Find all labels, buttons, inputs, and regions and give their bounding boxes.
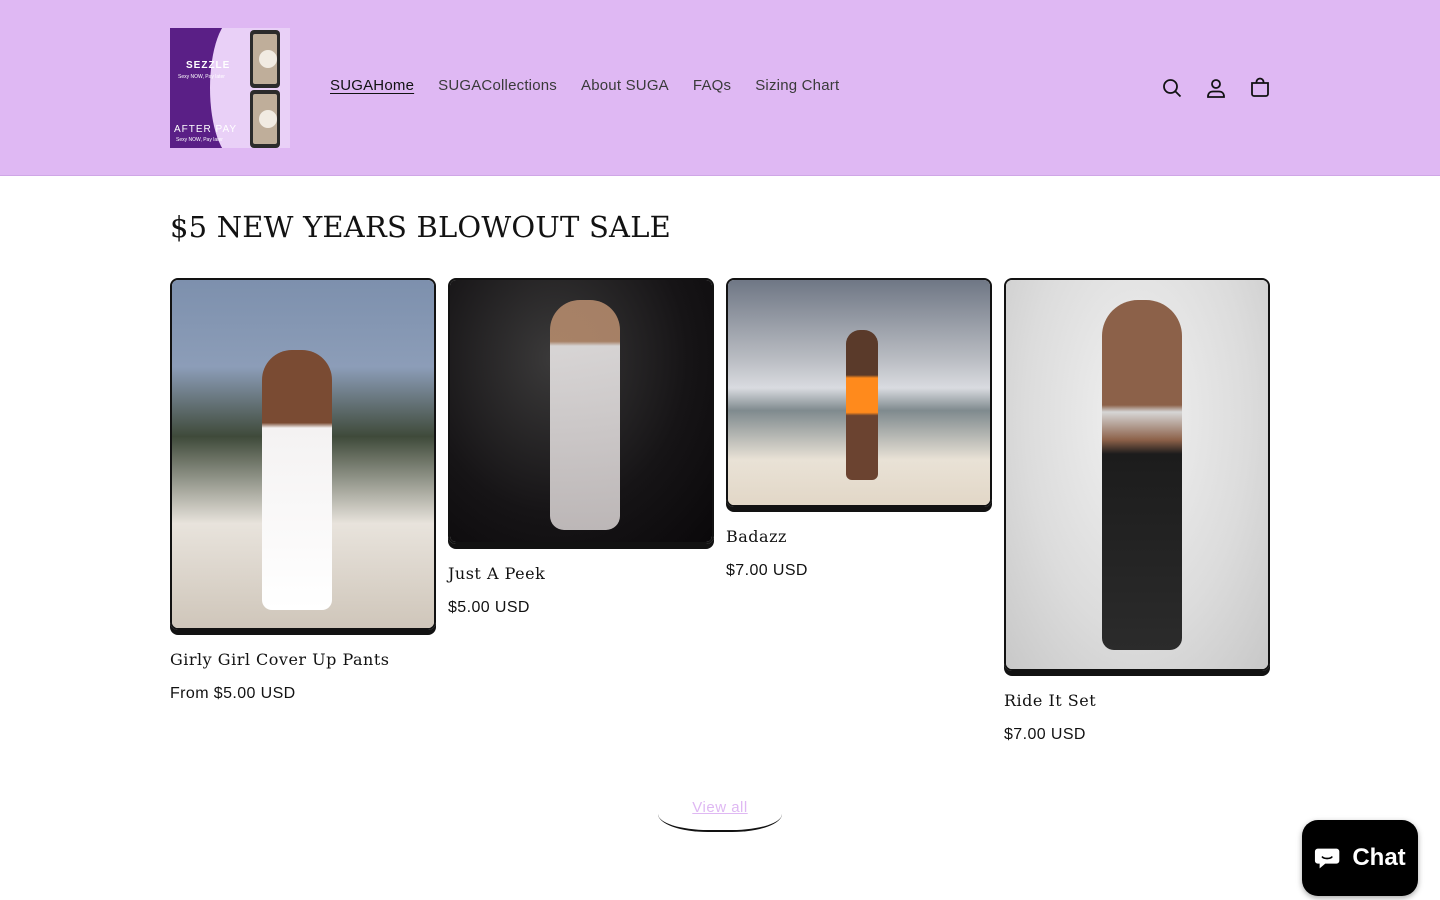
nav-item-sugahome[interactable]: SUGAHome	[330, 77, 414, 95]
product-price: $7.00 USD	[726, 562, 808, 579]
logo-phone-image	[250, 90, 280, 148]
product-image-frame[interactable]	[726, 278, 992, 507]
logo-sezzle-text: SEZZLE	[186, 60, 231, 71]
nav-item-faqs[interactable]: FAQs	[693, 77, 731, 95]
product-price: $7.00 USD	[1004, 726, 1086, 743]
logo-afterpay-text: AFTER PAY	[174, 124, 238, 135]
nav-item-about-suga[interactable]: About SUGA	[581, 77, 669, 95]
account-icon[interactable]	[1204, 76, 1228, 100]
product-image-frame[interactable]	[448, 278, 714, 544]
product-title[interactable]: Just A Peek	[448, 564, 714, 583]
chat-label: Chat	[1352, 844, 1406, 871]
chat-bubble-icon	[1315, 848, 1340, 869]
main-nav: SUGAHome SUGACollections About SUGA FAQs…	[330, 77, 863, 95]
product-title[interactable]: Girly Girl Cover Up Pants	[170, 650, 436, 669]
view-all-button[interactable]: View all	[658, 784, 782, 832]
site-header: SEZZLE Sexy NOW, Pay later AFTER PAY Sex…	[0, 0, 1440, 176]
search-icon[interactable]	[1160, 76, 1184, 100]
store-logo[interactable]: SEZZLE Sexy NOW, Pay later AFTER PAY Sex…	[170, 28, 290, 148]
logo-phone-image	[250, 30, 280, 88]
product-card[interactable]: Badazz $7.00 USD	[726, 278, 992, 580]
product-price: $5.00 USD	[448, 599, 530, 616]
product-image-frame[interactable]	[1004, 278, 1270, 671]
nav-item-sizing-chart[interactable]: Sizing Chart	[755, 77, 839, 95]
product-card[interactable]: Girly Girl Cover Up Pants From $5.00 USD	[170, 278, 436, 703]
product-image	[728, 280, 990, 505]
cart-icon[interactable]	[1248, 76, 1272, 100]
collection-title: $5 NEW YEARS BLOWOUT SALE	[170, 210, 672, 244]
product-image	[1006, 280, 1268, 669]
product-image	[172, 280, 434, 628]
logo-sezzle-subtext: Sexy NOW, Pay later	[178, 74, 225, 80]
product-price: From $5.00 USD	[170, 685, 296, 702]
logo-afterpay-subtext: Sexy NOW, Pay later	[176, 137, 223, 143]
product-card[interactable]: Just A Peek $5.00 USD	[448, 278, 714, 617]
nav-item-sugacollections[interactable]: SUGACollections	[438, 77, 557, 95]
chat-button[interactable]: Chat	[1302, 820, 1418, 896]
product-title[interactable]: Badazz	[726, 527, 992, 546]
product-title[interactable]: Ride It Set	[1004, 691, 1270, 710]
product-image-frame[interactable]	[170, 278, 436, 630]
product-image	[450, 280, 712, 542]
product-card[interactable]: Ride It Set $7.00 USD	[1004, 278, 1270, 744]
